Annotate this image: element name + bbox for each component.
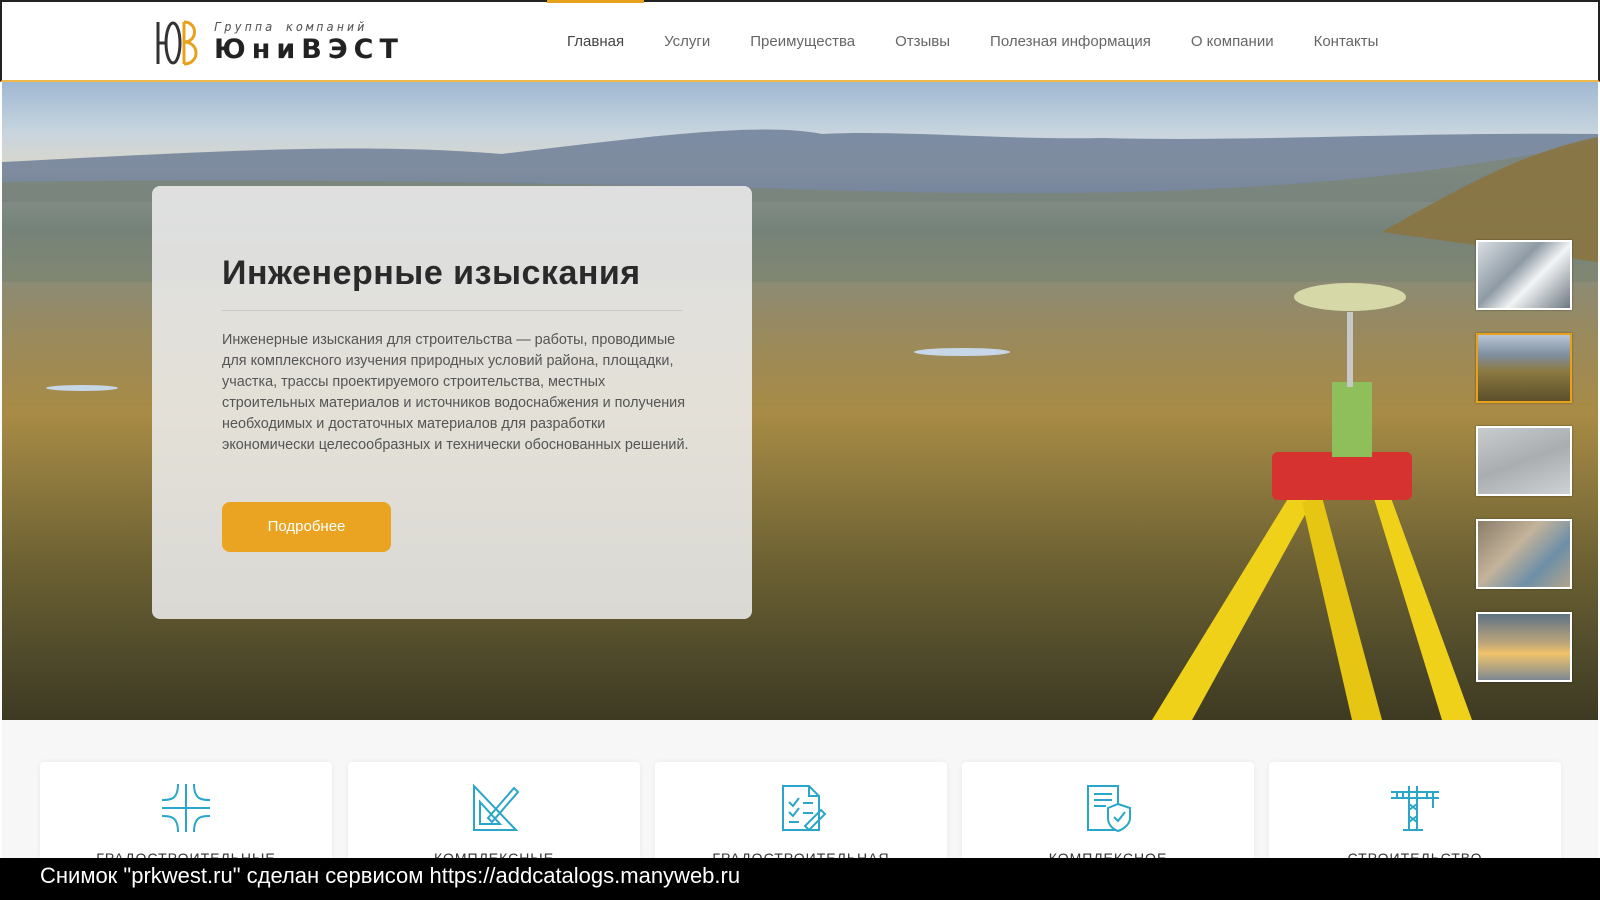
logo-tagline: Группа компаний xyxy=(214,20,368,34)
nav-item-services[interactable]: Услуги xyxy=(644,2,730,82)
service-card-1[interactable]: ГРАДОСТРОИТЕЛЬНЫЕ xyxy=(40,762,332,862)
service-card-5[interactable]: СТРОИТЕЛЬСТВО xyxy=(1269,762,1561,862)
logo[interactable]: Группа компаний ЮниВЭСТ xyxy=(154,16,404,70)
document-checklist-icon xyxy=(782,785,827,832)
nav-item-advantages[interactable]: Преимущества xyxy=(730,2,875,82)
main-nav: Главная Услуги Преимущества Отзывы Полез… xyxy=(547,0,1399,82)
slider-thumb-2[interactable] xyxy=(1476,333,1572,403)
service-card-2[interactable]: КОМПЛЕКСНЫЕ xyxy=(348,762,640,862)
nav-item-home[interactable]: Главная xyxy=(547,0,645,82)
service-card-4[interactable]: КОМПЛЕКСНОЕ xyxy=(962,762,1254,862)
screenshot-caption: Снимок "prkwest.ru" сделан сервисом http… xyxy=(0,858,1600,900)
site-header: Группа компаний ЮниВЭСТ Главная Услуги П… xyxy=(0,0,1600,82)
tower-crane-icon xyxy=(1391,786,1439,831)
hero-description: Инженерные изыскания для строительства —… xyxy=(222,332,689,453)
nav-item-reviews[interactable]: Отзывы xyxy=(875,2,970,82)
slider-thumb-5[interactable] xyxy=(1476,612,1572,682)
services-section: ГРАДОСТРОИТЕЛЬНЫЕ КОМПЛЕКСНЫЕ ГРАДОСТРОИ… xyxy=(2,720,1598,862)
hero-panel: Инженерные изыскания Инженерные изыскани… xyxy=(152,186,752,619)
nav-item-contacts[interactable]: Контакты xyxy=(1294,2,1399,82)
logo-name: ЮниВЭСТ xyxy=(214,34,404,65)
slider-thumbnails xyxy=(1476,240,1572,682)
slider-thumb-1[interactable] xyxy=(1476,240,1572,310)
service-card-3[interactable]: ГРАДОСТРОИТЕЛЬНАЯ xyxy=(655,762,947,862)
road-junction-icon xyxy=(161,783,211,833)
drafting-tools-icon xyxy=(473,783,520,831)
nav-item-about[interactable]: О компании xyxy=(1171,2,1294,82)
slider-thumb-4[interactable] xyxy=(1476,519,1572,589)
certificate-shield-icon xyxy=(1087,785,1131,833)
nav-item-useful-info[interactable]: Полезная информация xyxy=(970,2,1171,82)
hero-slider: Инженерные изыскания Инженерные изыскани… xyxy=(2,82,1598,720)
hero-title: Инженерные изыскания xyxy=(222,254,641,292)
hero-divider xyxy=(222,310,682,311)
slider-thumb-3[interactable] xyxy=(1476,426,1572,496)
logo-mark-icon xyxy=(154,18,200,68)
more-button[interactable]: Подробнее xyxy=(222,502,391,552)
